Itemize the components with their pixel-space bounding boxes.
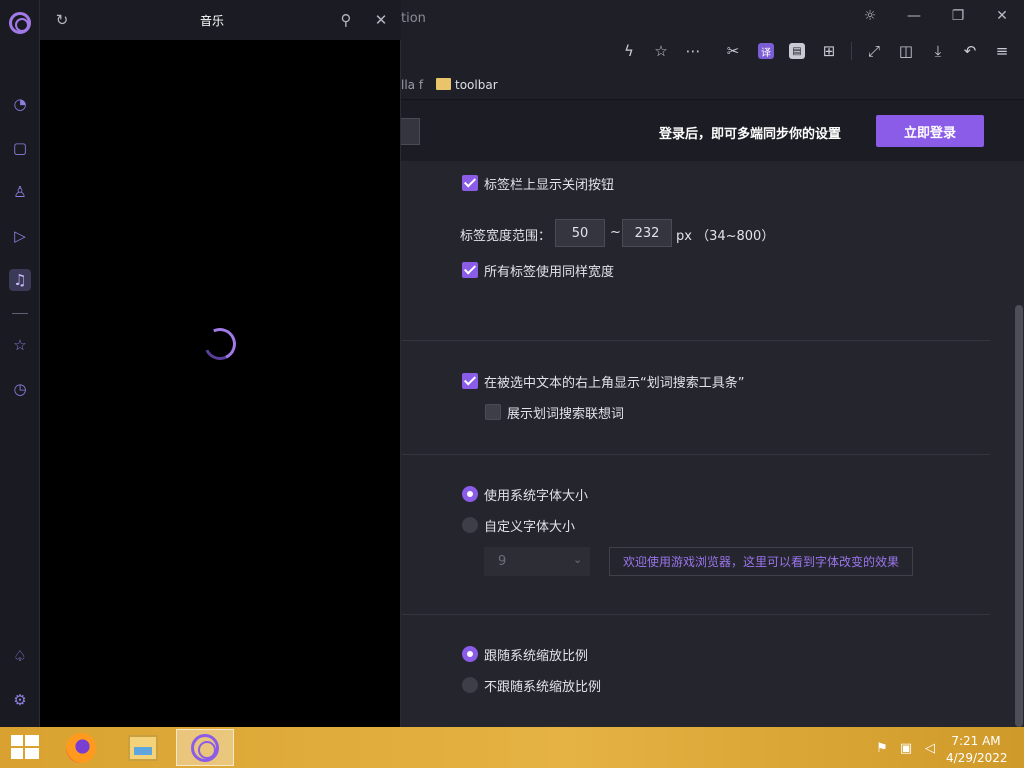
no-follow-zoom-radio[interactable] <box>462 677 478 693</box>
firefox-icon <box>66 732 96 763</box>
sidebar-toggle-icon[interactable]: ◫ <box>895 40 917 62</box>
screen-icon[interactable]: ▢ <box>9 137 31 159</box>
font-preview-box: 欢迎使用游戏浏览器，这里可以看到字体改变的效果 <box>609 547 913 576</box>
dashboard-icon[interactable]: ◔ <box>9 93 31 115</box>
folder-icon <box>436 78 451 90</box>
tab-width-max-input[interactable]: 232 <box>622 219 672 247</box>
system-font-label: 使用系统字体大小 <box>484 489 589 504</box>
restore-icon[interactable]: ❐ <box>936 0 980 32</box>
address-text[interactable]: tion <box>401 11 426 26</box>
music-icon[interactable]: ♫ <box>9 269 31 291</box>
show-close-button-checkbox[interactable] <box>462 175 478 191</box>
chevron-down-icon: ⌄ <box>573 553 583 566</box>
tab-width-min-input[interactable]: 50 <box>555 219 605 247</box>
show-search-toolbar-checkbox[interactable] <box>462 373 478 389</box>
show-search-toolbar-label: 在被选中文本的右上角显示“划词搜索工具条” <box>484 376 745 391</box>
close-icon[interactable]: ✕ <box>371 10 391 30</box>
action-center-flag-icon[interactable]: ⚑ <box>874 740 890 756</box>
custom-font-radio[interactable] <box>462 517 478 533</box>
history-icon[interactable]: ◷ <box>9 378 31 400</box>
star-icon[interactable]: ☆ <box>9 334 31 356</box>
undo-icon[interactable]: ↶ <box>959 40 981 62</box>
translate-icon[interactable]: 译 <box>758 43 774 59</box>
search-settings-input[interactable] <box>400 118 420 145</box>
toolbar-divider <box>851 42 852 60</box>
tab-width-unit-hint: px （34~800） <box>676 229 775 244</box>
sidebar-divider <box>12 313 28 314</box>
tab-width-range-label: 标签宽度范围： <box>460 229 552 244</box>
scrollbar-thumb[interactable] <box>1015 305 1023 727</box>
show-suggest-label: 展示划词搜索联想词 <box>507 407 625 422</box>
star-icon[interactable]: ☆ <box>650 40 672 62</box>
system-font-radio[interactable] <box>462 486 478 502</box>
close-window-icon[interactable]: ✕ <box>980 0 1024 32</box>
fullscreen-icon[interactable]: ⤢ <box>863 40 885 62</box>
taskbar-clock[interactable]: 7:21 AM 4/29/2022 <box>946 733 1008 767</box>
bookmark-folder-toolbar[interactable]: toolbar <box>455 78 498 92</box>
no-follow-zoom-label: 不跟随系统缩放比例 <box>484 680 602 695</box>
more-icon[interactable]: ⋯ <box>682 40 704 62</box>
brightness-icon[interactable]: ☼ <box>848 0 892 32</box>
pin-icon[interactable]: ⚲ <box>336 10 356 30</box>
user-add-icon[interactable]: ♙ <box>9 181 31 203</box>
taskbar-game-browser[interactable] <box>176 729 234 766</box>
section-divider <box>402 340 990 341</box>
menu-icon[interactable]: ≡ <box>991 40 1013 62</box>
custom-font-label: 自定义字体大小 <box>484 520 576 535</box>
clock-date: 4/29/2022 <box>946 751 1008 765</box>
browser-logo-icon[interactable] <box>9 12 31 34</box>
follow-system-zoom-radio[interactable] <box>462 646 478 662</box>
taskbar-firefox[interactable] <box>52 729 110 766</box>
start-button[interactable] <box>11 735 39 759</box>
follow-system-zoom-label: 跟随系统缩放比例 <box>484 649 589 664</box>
windows-logo-pane <box>25 748 39 759</box>
login-button[interactable]: 立即登录 <box>876 115 984 147</box>
screen: ☼ — ❐ ✕ tion ϟ ☆ ⋯ ✂ 译 ▤ ⊞ ⤢ ◫ ⤓ ↶ ≡ lla… <box>0 0 1024 768</box>
range-tilde: ~ <box>610 225 621 240</box>
game-browser-icon <box>191 733 219 762</box>
download-icon[interactable]: ⤓ <box>927 40 949 62</box>
bookmark-item[interactable]: lla f <box>401 78 423 92</box>
music-panel-title: 音乐 <box>199 14 224 28</box>
taskbar-file-explorer[interactable] <box>114 729 172 766</box>
show-close-button-label: 标签栏上显示关闭按钮 <box>484 178 615 193</box>
minimize-icon[interactable]: — <box>892 0 936 32</box>
reader-icon[interactable]: ▤ <box>789 43 805 59</box>
settings-icon[interactable]: ⚙ <box>9 689 31 711</box>
section-divider <box>402 454 990 455</box>
section-divider <box>402 614 990 615</box>
windows-logo-pane <box>11 735 23 746</box>
video-icon[interactable]: ▷ <box>9 225 31 247</box>
scissors-icon[interactable]: ✂ <box>722 40 744 62</box>
login-banner-text: 登录后，即可多端同步你的设置 <box>659 127 842 142</box>
volume-muted-icon[interactable]: ◁ <box>922 740 938 756</box>
music-panel <box>40 0 401 727</box>
thumbs-up-icon[interactable]: ♤ <box>9 645 31 667</box>
same-width-checkbox[interactable] <box>462 262 478 278</box>
clock-time: 7:21 AM <box>951 734 1001 748</box>
lightning-icon[interactable]: ϟ <box>618 40 640 62</box>
show-suggest-checkbox[interactable] <box>485 404 501 420</box>
grid-icon[interactable]: ⊞ <box>818 40 840 62</box>
network-icon[interactable]: ▣ <box>898 740 914 756</box>
file-explorer-icon <box>128 734 158 761</box>
windows-logo-pane <box>25 735 39 746</box>
same-width-label: 所有标签使用同样宽度 <box>484 265 615 280</box>
windows-logo-pane <box>11 748 23 759</box>
